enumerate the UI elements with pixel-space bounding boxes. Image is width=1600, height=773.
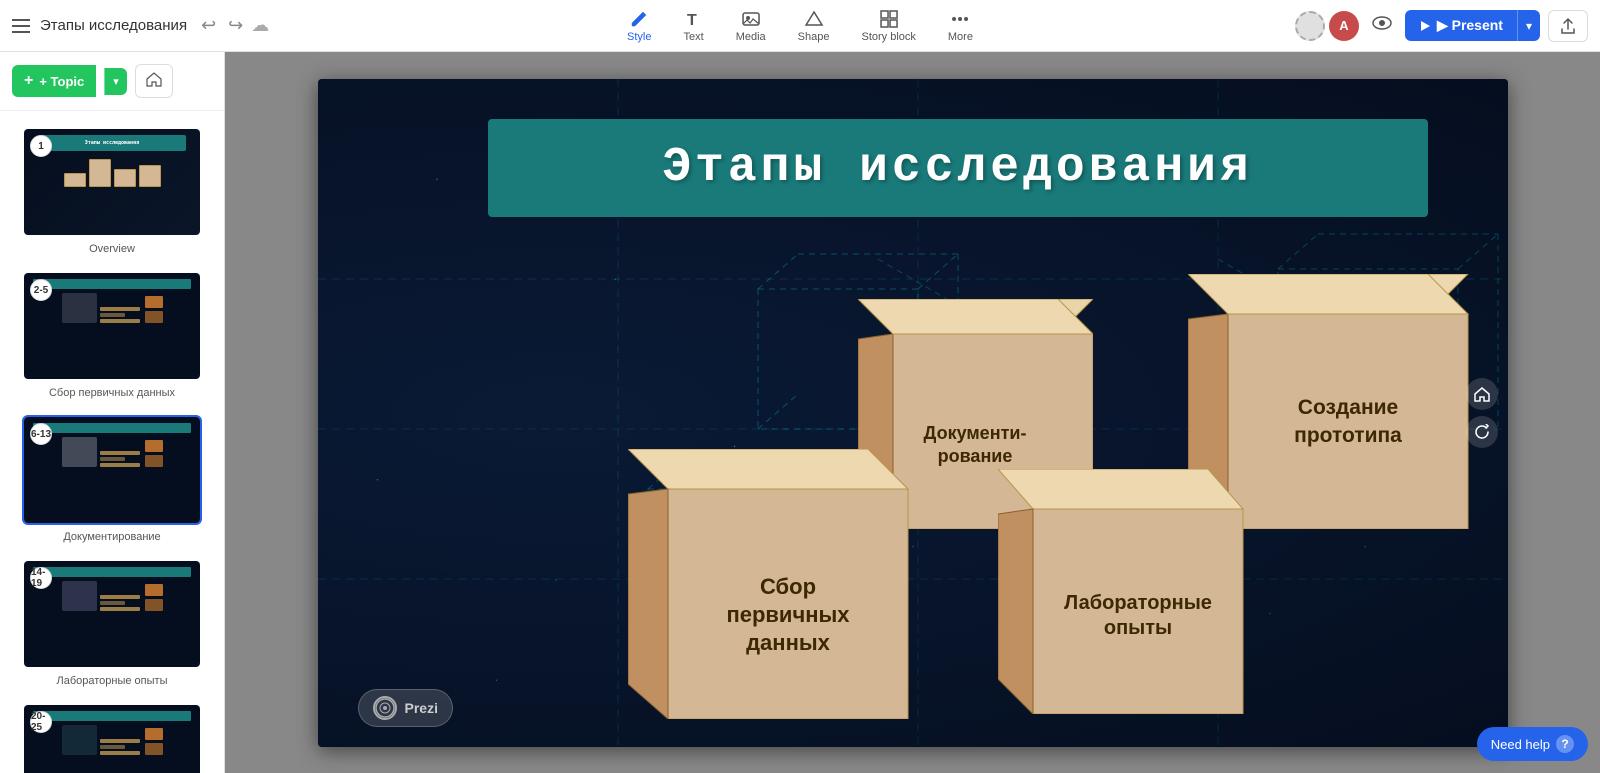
box-lab: Лабораторные опыты [998,469,1268,719]
slide-label-sbor: Сбор первичных данных [49,387,175,399]
canvas-refresh-icon [1474,424,1490,440]
slide-item-dok[interactable]: 6-13 Документирование [0,407,224,551]
svg-text:T: T [687,12,697,29]
canvas-home-icon [1474,386,1490,402]
add-topic-label: + Topic [39,74,84,89]
toolbar: Style T Text Media Shape [613,5,987,47]
main-area: + + Topic ▾ Этапы исследования [0,52,1600,773]
right-panel [1466,378,1498,448]
svg-text:прототипа: прототипа [1294,424,1402,447]
play-icon [1419,20,1431,32]
slide-thumb-lab: 14-19 [22,559,202,669]
header-right: A ▶ Present ▾ [1295,10,1588,42]
eye-button[interactable] [1367,10,1397,42]
slide-thumb-overview: Этапы исследования 1 [22,127,202,237]
shared-user-avatar [1295,11,1325,41]
slide-list: Этапы исследования 1 Overview [0,111,224,773]
slide-title-banner: Этапы исследования [488,119,1428,217]
prezi-logo [373,696,397,720]
need-help-label: Need help [1491,737,1550,752]
canvas-refresh-button[interactable] [1466,416,1498,448]
media-icon [741,9,761,29]
present-dropdown-button[interactable]: ▾ [1517,10,1540,41]
slide-label-lab: Лабораторные опыты [57,675,168,687]
prezi-text: Prezi [405,700,438,716]
toolbar-text[interactable]: T Text [670,5,718,47]
slide-thumb-dok: 6-13 [22,415,202,525]
toolbar-style[interactable]: Style [613,5,665,47]
user-avatar: A [1329,11,1359,41]
present-label: ▶ Present [1437,17,1503,34]
shape-label: Shape [798,31,830,43]
eye-icon [1371,14,1393,32]
storyblock-label: Story block [861,31,915,43]
menu-icon[interactable] [12,19,30,33]
canvas-area: Этапы исследования Д [225,52,1600,773]
text-label: Text [684,31,704,43]
slide-item-lab[interactable]: 14-19 Лабораторные опыты [0,551,224,695]
present-button[interactable]: ▶ Present [1405,10,1517,41]
slide-title-text: Этапы исследования [662,141,1252,195]
undo-button[interactable]: ↩ [197,11,220,40]
slide-badge-sbor: 2-5 [30,279,52,301]
media-label: Media [736,31,766,43]
prezi-watermark: Prezi [358,689,453,727]
slide-badge-overview: 1 [30,135,52,157]
app-title: Этапы исследования [40,17,187,34]
box-sbor: Сбор первичных данных [628,449,918,724]
slide-thumb-proto: 20-25 [22,703,202,773]
present-button-group: ▶ Present ▾ [1405,10,1540,41]
slide-badge-lab: 14-19 [30,567,52,589]
slide-label-overview: Overview [89,243,135,255]
text-icon: T [684,9,704,29]
add-topic-button[interactable]: + + Topic [12,65,96,97]
slide-canvas[interactable]: Этапы исследования Д [318,79,1508,747]
style-icon [629,9,649,29]
svg-text:данных: данных [746,630,831,655]
header-left: Этапы исследования ↩ ↪ ☁ [12,11,269,40]
toolbar-more[interactable]: More [934,5,987,47]
svg-text:Лабораторные: Лабораторные [1064,592,1212,614]
svg-text:рование: рование [937,446,1012,466]
slide-thumb-sbor: 2-5 [22,271,202,381]
cube-sbor-svg: Сбор первичных данных [628,449,918,719]
header: Этапы исследования ↩ ↪ ☁ Style T Text [0,0,1600,52]
toolbar-media[interactable]: Media [722,5,780,47]
cube-lab-svg: Лабораторные опыты [998,469,1268,714]
home-button[interactable] [135,64,173,98]
svg-text:Сбор: Сбор [759,574,815,599]
need-help-icon: ? [1556,735,1574,753]
style-label: Style [627,31,651,43]
more-icon [950,9,970,29]
slide-item-overview[interactable]: Этапы исследования 1 Overview [0,119,224,263]
add-topic-dropdown-button[interactable]: ▾ [104,68,127,95]
avatar-group: A [1295,11,1359,41]
toolbar-shape[interactable]: Shape [784,5,844,47]
slide-badge-proto: 20-25 [30,711,52,733]
slide-badge-dok: 6-13 [30,423,52,445]
sidebar-top: + + Topic ▾ [0,52,224,111]
shape-icon [804,9,824,29]
svg-text:первичных: первичных [726,602,850,627]
canvas-home-button[interactable] [1466,378,1498,410]
need-help-button[interactable]: Need help ? [1477,727,1588,761]
cloud-icon: ☁ [251,15,269,36]
more-label: More [948,31,973,43]
toolbar-storyblock[interactable]: Story block [847,5,929,47]
svg-text:Документи-: Документи- [923,423,1026,443]
slide-item-sbor[interactable]: 2-5 Сбор первичных данных [0,263,224,407]
share-icon [1559,17,1577,35]
share-button[interactable] [1548,10,1588,42]
sidebar: + + Topic ▾ Этапы исследования [0,52,225,773]
history-controls: ↩ ↪ ☁ [197,11,269,40]
slide-label-dok: Документирование [63,531,160,543]
redo-button[interactable]: ↪ [224,11,247,40]
home-icon [146,71,162,87]
svg-text:Создание: Создание [1297,396,1397,419]
svg-text:опыты: опыты [1103,617,1171,639]
storyblock-icon [879,9,899,29]
slide-item-proto[interactable]: 20-25 Создание прототипа [0,695,224,773]
